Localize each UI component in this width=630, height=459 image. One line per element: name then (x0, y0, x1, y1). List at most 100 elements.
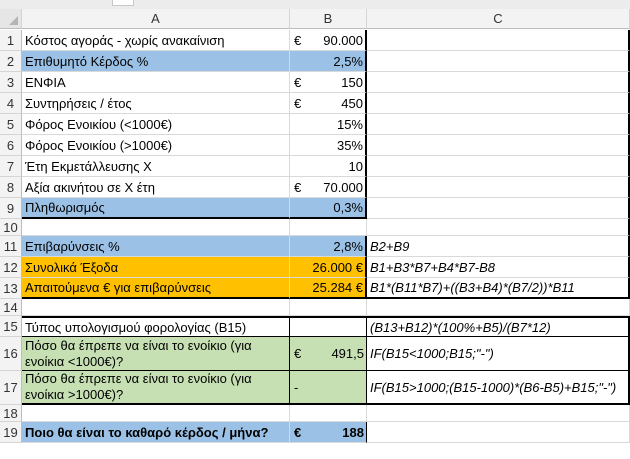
cell-a4[interactable]: Συντηρήσεις / έτος (22, 93, 290, 114)
cell-c4[interactable] (367, 93, 630, 114)
cell-c16[interactable]: IF(B15<1000;B15;"-") (367, 337, 630, 371)
cell-a-text: Πόσο θα έπρεπε να είναι το ενοίκιο (για … (25, 337, 252, 369)
cell-c6[interactable] (367, 135, 630, 156)
cell-a-text: Φόρος Ενοικίου (<1000€) (25, 116, 173, 132)
row-header[interactable]: 13 (0, 278, 22, 299)
cell-b11[interactable]: 2,8% (290, 236, 367, 257)
cell-a12[interactable]: Συνολικά Έξοδα (22, 257, 290, 278)
cell-b2[interactable]: 2,5% (290, 51, 367, 72)
row-header[interactable]: 12 (0, 257, 22, 278)
row-header[interactable]: 18 (0, 405, 22, 422)
row-header[interactable]: 17 (0, 371, 22, 405)
cell-b-value: 90.000 (323, 32, 363, 48)
column-header-b[interactable]: B (290, 9, 367, 29)
column-header-c[interactable]: C (367, 9, 630, 29)
cell-c13[interactable]: B1*(B11*B7)+((B3+B4)*(B7/2))*B11 (367, 278, 630, 299)
cell-b3[interactable]: €150 (290, 72, 367, 93)
cell-b-value: 0,3% (333, 200, 363, 215)
row-header[interactable]: 11 (0, 236, 22, 257)
sheet-row: 4 Συντηρήσεις / έτος €450 (0, 93, 630, 114)
formula-text: IF(B15>1000;(B15-1000)*(B6-B5)+B15;"-") (370, 379, 617, 395)
column-header-a[interactable]: A (22, 9, 290, 29)
cell-b1[interactable]: €90.000 (290, 30, 367, 51)
cell-b12[interactable]: 26.000 € (290, 257, 367, 278)
cell-a10[interactable] (22, 219, 290, 236)
row-header[interactable]: 10 (0, 219, 22, 236)
cell-b-value: 70.000 (323, 179, 363, 195)
cell-a6[interactable]: Φόρος Ενοικίου (>1000€) (22, 135, 290, 156)
cell-a11[interactable]: Επιβαρύνσεις % (22, 236, 290, 257)
row-header[interactable]: 5 (0, 114, 22, 135)
cell-b-value: 26.000 € (312, 259, 363, 275)
select-all-triangle-icon (9, 16, 18, 25)
cell-c1[interactable] (367, 30, 630, 51)
row-header[interactable]: 9 (0, 198, 22, 219)
cell-a1[interactable]: Κόστος αγοράς - χωρίς ανακαίνιση (22, 30, 290, 51)
cell-a17[interactable]: Πόσο θα έπρεπε να είναι το ενοίκιο (για … (22, 371, 290, 405)
cell-c14[interactable] (367, 299, 630, 316)
cell-b-value: 15% (336, 116, 363, 132)
cell-b10[interactable] (290, 219, 367, 236)
cell-c12[interactable]: B1+B3*B7+B4*B7-B8 (367, 257, 630, 278)
row-header[interactable]: 1 (0, 30, 22, 51)
cell-a2[interactable]: Επιθυμητό Κέρδος % (22, 51, 290, 72)
cell-c18[interactable] (367, 405, 630, 422)
cell-b-value: 2,8% (333, 238, 363, 254)
select-all-corner[interactable] (0, 9, 22, 29)
cell-a7[interactable]: Έτη Εκμετάλλευσης Χ (22, 156, 290, 177)
sheet-row: 13 Απαιτούμενα € για επιβαρύνσεις 25.284 €… (0, 278, 630, 299)
cell-a3[interactable]: ΕΝΦΙΑ (22, 72, 290, 93)
cell-b5[interactable]: 15% (290, 114, 367, 135)
cell-b18[interactable] (290, 405, 367, 422)
cell-a13[interactable]: Απαιτούμενα € για επιβαρύνσεις (22, 278, 290, 299)
cell-a18[interactable] (22, 405, 290, 422)
sheet-row: 5 Φόρος Ενοικίου (<1000€) 15% (0, 114, 630, 135)
cell-c3[interactable] (367, 72, 630, 93)
cell-a15[interactable]: Τύπος υπολογισμού φορολογίας (B15) (22, 316, 290, 337)
row-header[interactable]: 3 (0, 72, 22, 93)
cell-b-value: 188 (342, 424, 364, 440)
cell-b13[interactable]: 25.284 € (290, 278, 367, 299)
cell-b4[interactable]: €450 (290, 93, 367, 114)
row-header[interactable]: 6 (0, 135, 22, 156)
row-header[interactable]: 15 (0, 316, 22, 337)
cell-b19[interactable]: €188 (290, 422, 367, 443)
cell-b14[interactable] (290, 299, 367, 316)
cell-c15[interactable]: (B13+B12)*(100%+B5)/(B7*12) (367, 316, 630, 337)
cell-a8[interactable]: Αξία ακινήτου σε Χ έτη (22, 177, 290, 198)
cell-c11[interactable]: B2+B9 (367, 236, 630, 257)
cell-b16[interactable]: €491,5 (290, 337, 367, 371)
cell-c7[interactable] (367, 156, 630, 177)
cell-c9[interactable] (367, 198, 630, 219)
cell-a-text: Απαιτούμενα € για επιβαρύνσεις (25, 280, 212, 295)
cell-c5[interactable] (367, 114, 630, 135)
row-header[interactable]: 2 (0, 51, 22, 72)
row-header[interactable]: 19 (0, 422, 22, 443)
cell-b6[interactable]: 35% (290, 135, 367, 156)
cell-a14[interactable] (22, 299, 290, 316)
cell-b9[interactable]: 0,3% (290, 198, 367, 219)
cell-a19[interactable]: Ποιο θα είναι το καθαρό κέρδος / μήνα? (22, 422, 290, 443)
cell-a5[interactable]: Φόρος Ενοικίου (<1000€) (22, 114, 290, 135)
row-header[interactable]: 8 (0, 177, 22, 198)
row-header[interactable]: 16 (0, 337, 22, 371)
cell-b15[interactable] (290, 316, 367, 337)
formula-text: B1*(B11*B7)+((B3+B4)*(B7/2))*B11 (370, 280, 575, 295)
cell-b8[interactable]: €70.000 (290, 177, 367, 198)
cell-c17[interactable]: IF(B15>1000;(B15-1000)*(B6-B5)+B15;"-") (367, 371, 630, 405)
cell-b7[interactable]: 10 (290, 156, 367, 177)
cell-a9[interactable]: Πληθωρισμός (22, 198, 290, 219)
row-header[interactable]: 4 (0, 93, 22, 114)
sheet-row: 19 Ποιο θα είναι το καθαρό κέρδος / μήνα?… (0, 422, 630, 443)
cell-c2[interactable] (367, 51, 630, 72)
row-header[interactable]: 14 (0, 299, 22, 316)
cell-a-text: Αξία ακινήτου σε Χ έτη (25, 179, 155, 195)
cell-c19[interactable] (367, 422, 630, 443)
cell-a-text: Συντηρήσεις / έτος (25, 95, 132, 111)
cell-c10[interactable] (367, 219, 630, 236)
row-header[interactable]: 7 (0, 156, 22, 177)
cell-a-text: Κόστος αγοράς - χωρίς ανακαίνιση (25, 32, 225, 48)
cell-b17[interactable]: - (290, 371, 367, 405)
cell-a16[interactable]: Πόσο θα έπρεπε να είναι το ενοίκιο (για … (22, 337, 290, 371)
cell-c8[interactable] (367, 177, 630, 198)
